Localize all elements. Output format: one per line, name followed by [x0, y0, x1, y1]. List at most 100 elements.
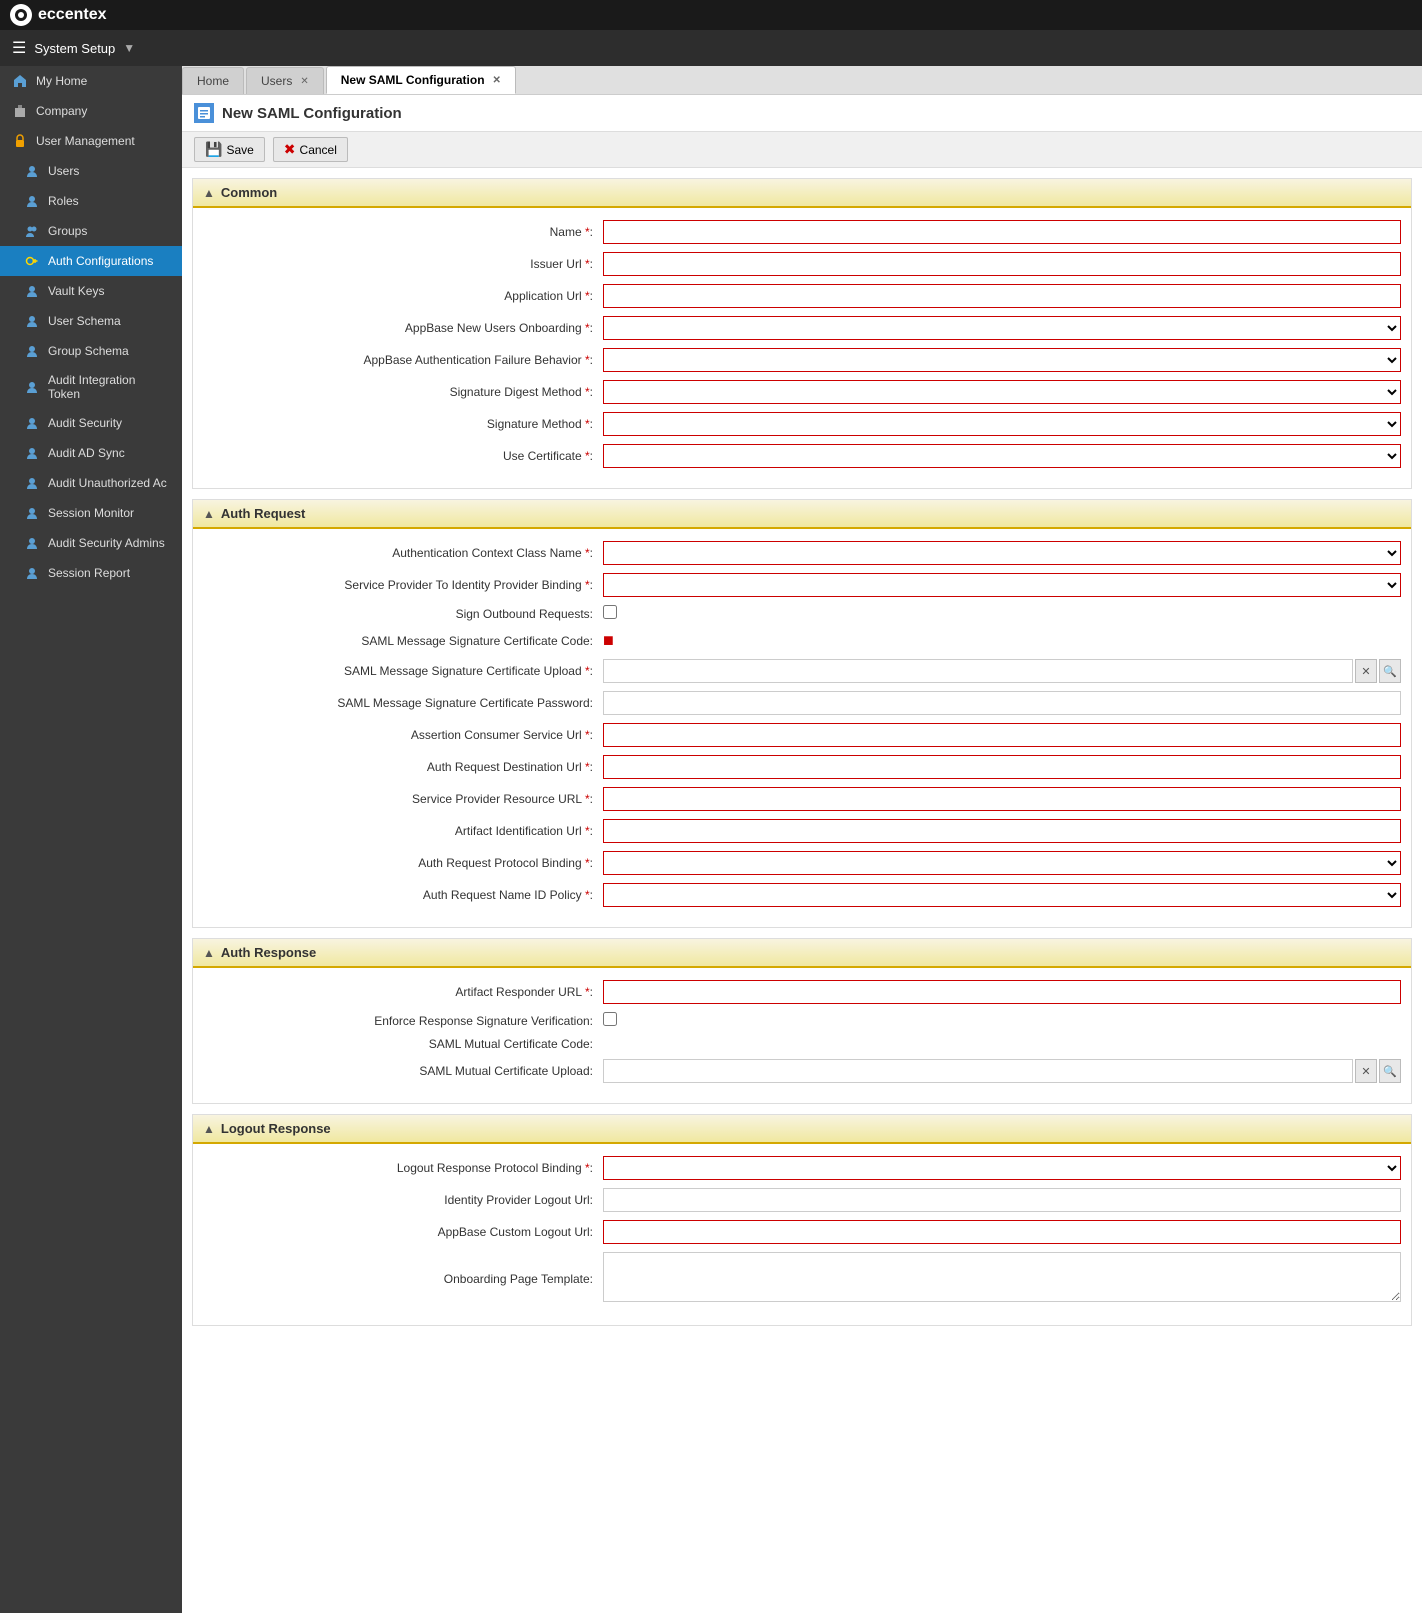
input-assertion-consumer-url[interactable]: [603, 723, 1401, 747]
sidebar-item-users[interactable]: Users: [0, 156, 182, 186]
sidebar-item-vault-keys[interactable]: Vault Keys: [0, 276, 182, 306]
input-appbase-custom-logout-url[interactable]: [603, 1220, 1401, 1244]
label-saml-sig-cert-upload: SAML Message Signature Certificate Uploa…: [203, 664, 603, 678]
section-common: ▲ Common Name *: Issuer Url *:: [192, 178, 1412, 489]
input-name[interactable]: [603, 220, 1401, 244]
file-browse-btn[interactable]: 🔍: [1379, 659, 1401, 683]
sidebar-item-auth-configurations[interactable]: Auth Configurations: [0, 246, 182, 276]
input-sp-resource-url[interactable]: [603, 787, 1401, 811]
input-auth-dest-url[interactable]: [603, 755, 1401, 779]
section-common-title: Common: [221, 185, 277, 200]
field-auth-protocol-binding: Auth Request Protocol Binding *:: [193, 851, 1411, 875]
sidebar-item-session-report[interactable]: Session Report: [0, 558, 182, 588]
input-artifact-id-url[interactable]: [603, 819, 1401, 843]
tab-new-saml-close[interactable]: ✕: [493, 75, 501, 86]
tab-users-close[interactable]: ✕: [300, 76, 308, 87]
sidebar-item-audit-security[interactable]: Audit Security: [0, 408, 182, 438]
section-auth-request-collapse[interactable]: ▲: [203, 507, 215, 521]
field-assertion-consumer-url: Assertion Consumer Service Url *:: [193, 723, 1411, 747]
control-application-url: [603, 284, 1401, 308]
sidebar-item-audit-ad-sync[interactable]: Audit AD Sync: [0, 438, 182, 468]
select-auth-protocol-binding[interactable]: [603, 851, 1401, 875]
logo: eccentex: [10, 4, 107, 26]
label-sign-outbound: Sign Outbound Requests:: [203, 607, 603, 621]
logo-text: eccentex: [38, 6, 107, 24]
select-sig-method[interactable]: [603, 412, 1401, 436]
sidebar-item-session-monitor[interactable]: Session Monitor: [0, 498, 182, 528]
control-auth-failure: [603, 348, 1401, 372]
label-issuer-url: Issuer Url *:: [203, 257, 603, 271]
input-idp-logout-url[interactable]: [603, 1188, 1401, 1212]
right-panel: Home Users ✕ New SAML Configuration ✕ Ne…: [182, 66, 1422, 1613]
sidebar-item-groups[interactable]: Groups: [0, 216, 182, 246]
file-upload-saml-sig: ✕ 🔍: [603, 659, 1401, 683]
required-indicator: *: [585, 888, 590, 902]
required-indicator: *: [585, 385, 590, 399]
sidebar-item-audit-integration-token[interactable]: Audit Integration Token: [0, 366, 182, 408]
required-indicator: *: [585, 985, 590, 999]
input-artifact-responder-url[interactable]: [603, 980, 1401, 1004]
sidebar-item-my-home[interactable]: My Home: [0, 66, 182, 96]
select-use-cert[interactable]: [603, 444, 1401, 468]
label-sp-resource-url: Service Provider Resource URL *:: [203, 792, 603, 806]
tab-content: New SAML Configuration 💾 Save ✖ Cancel ▲: [182, 95, 1422, 1613]
sidebar-item-audit-unauthorized[interactable]: Audit Unauthorized Ac: [0, 468, 182, 498]
control-saml-sig-cert-upload: ✕ 🔍: [603, 659, 1401, 683]
required-indicator: *: [585, 257, 590, 271]
hamburger-icon[interactable]: ☰: [12, 38, 26, 58]
select-auth-context[interactable]: [603, 541, 1401, 565]
select-auth-failure[interactable]: [603, 348, 1401, 372]
sidebar-item-user-schema[interactable]: User Schema: [0, 306, 182, 336]
cancel-label: Cancel: [300, 143, 337, 157]
section-common-header: ▲ Common: [193, 179, 1411, 208]
label-saml-mutual-cert-upload: SAML Mutual Certificate Upload:: [203, 1064, 603, 1078]
field-sign-outbound: Sign Outbound Requests:: [193, 605, 1411, 622]
logo-icon: [10, 4, 32, 26]
file-input-saml-sig[interactable]: [603, 659, 1353, 683]
sidebar-item-audit-security-admins[interactable]: Audit Security Admins: [0, 528, 182, 558]
file-clear-btn-mutual[interactable]: ✕: [1355, 1059, 1377, 1083]
tab-new-saml[interactable]: New SAML Configuration ✕: [326, 66, 516, 94]
input-issuer-url[interactable]: [603, 252, 1401, 276]
control-auth-dest-url: [603, 755, 1401, 779]
field-appbase-new-users: AppBase New Users Onboarding *:: [193, 316, 1411, 340]
select-sig-digest[interactable]: [603, 380, 1401, 404]
sidebar-item-group-schema[interactable]: Group Schema: [0, 336, 182, 366]
section-logout-response-collapse[interactable]: ▲: [203, 1122, 215, 1136]
checkbox-enforce-sig-verify[interactable]: [603, 1012, 617, 1026]
section-common-collapse[interactable]: ▲: [203, 186, 215, 200]
content-header: New SAML Configuration: [182, 95, 1422, 132]
cancel-button[interactable]: ✖ Cancel: [273, 137, 348, 162]
field-auth-dest-url: Auth Request Destination Url *:: [193, 755, 1411, 779]
lock-icon: [12, 133, 28, 149]
textarea-onboarding-page-template[interactable]: [603, 1252, 1401, 1302]
tab-home[interactable]: Home: [182, 67, 244, 94]
label-auth-failure: AppBase Authentication Failure Behavior …: [203, 353, 603, 367]
field-application-url: Application Url *:: [193, 284, 1411, 308]
file-clear-btn[interactable]: ✕: [1355, 659, 1377, 683]
checkbox-sign-outbound[interactable]: [603, 605, 617, 619]
section-logout-response-header: ▲ Logout Response: [193, 1115, 1411, 1144]
select-appbase-new-users[interactable]: [603, 316, 1401, 340]
field-saml-sig-cert-upload: SAML Message Signature Certificate Uploa…: [193, 659, 1411, 683]
control-assertion-consumer-url: [603, 723, 1401, 747]
section-auth-response-collapse[interactable]: ▲: [203, 946, 215, 960]
control-auth-name-id-policy: [603, 883, 1401, 907]
label-name: Name *:: [203, 225, 603, 239]
file-browse-btn-mutual[interactable]: 🔍: [1379, 1059, 1401, 1083]
label-artifact-responder-url: Artifact Responder URL *:: [203, 985, 603, 999]
select-auth-name-id-policy[interactable]: [603, 883, 1401, 907]
select-sp-to-idp[interactable]: [603, 573, 1401, 597]
input-application-url[interactable]: [603, 284, 1401, 308]
input-saml-sig-cert-password[interactable]: [603, 691, 1401, 715]
sidebar-item-roles[interactable]: Roles: [0, 186, 182, 216]
sidebar-item-company[interactable]: Company: [0, 96, 182, 126]
sidebar-item-user-management[interactable]: User Management: [0, 126, 182, 156]
label-auth-protocol-binding: Auth Request Protocol Binding *:: [203, 856, 603, 870]
control-auth-protocol-binding: [603, 851, 1401, 875]
save-button[interactable]: 💾 Save: [194, 137, 265, 162]
select-logout-protocol-binding[interactable]: [603, 1156, 1401, 1180]
top-bar: eccentex: [0, 0, 1422, 30]
tab-users[interactable]: Users ✕: [246, 67, 324, 94]
file-input-saml-mutual[interactable]: [603, 1059, 1353, 1083]
